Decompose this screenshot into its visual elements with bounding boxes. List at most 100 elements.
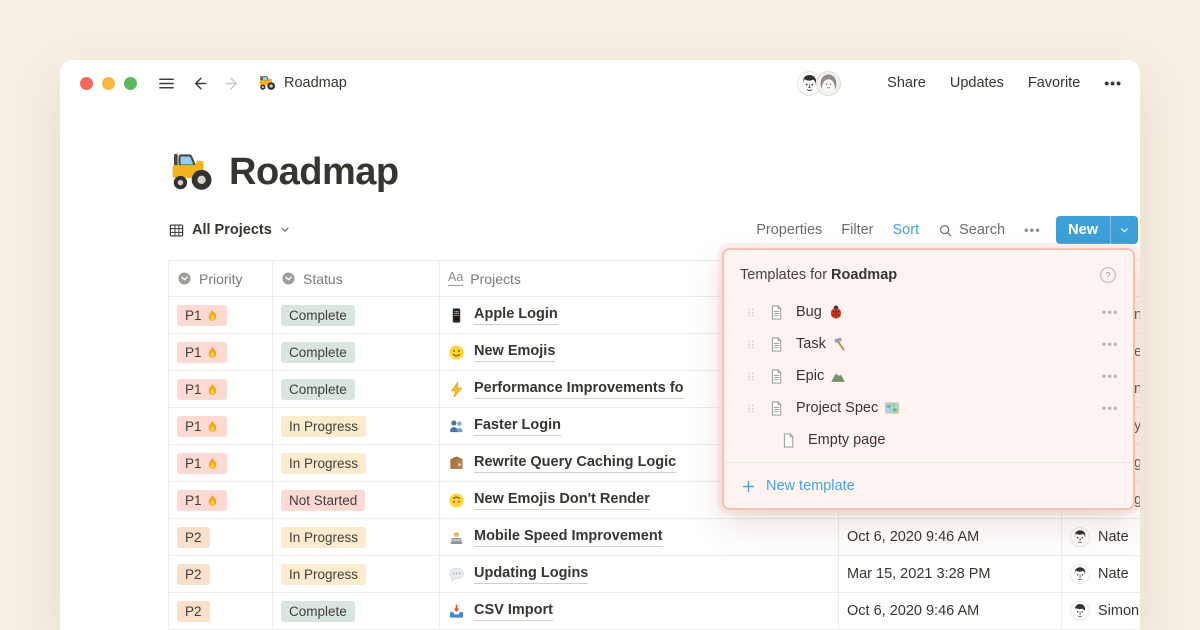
question-circle-icon[interactable] <box>1099 266 1117 284</box>
drag-handle-icon[interactable] <box>746 401 756 416</box>
breadcrumb[interactable]: Roadmap <box>258 74 347 92</box>
priority-cell[interactable]: P2 <box>169 593 273 629</box>
status-cell[interactable]: In Progress <box>273 556 440 592</box>
priority-cell[interactable]: P2 <box>169 519 273 555</box>
popup-title-prefix: Templates for <box>740 267 828 283</box>
priority-cell[interactable]: P1 <box>169 334 273 370</box>
project-title: Apple Login <box>474 305 558 325</box>
drag-handle-icon[interactable] <box>746 305 756 320</box>
priority-cell[interactable]: P1 <box>169 408 273 444</box>
updates-button[interactable]: Updates <box>950 75 1004 91</box>
template-doc-icon <box>768 304 785 321</box>
date-value: Oct 6, 2020 9:46 AM <box>847 603 980 619</box>
window-controls <box>80 76 137 90</box>
map-emoji-icon <box>884 400 900 416</box>
template-options-button[interactable]: ••• <box>1102 305 1119 319</box>
template-item[interactable]: Bug ••• <box>724 296 1133 328</box>
project-cell[interactable]: Updating Logins <box>440 556 839 592</box>
person-cell[interactable]: Simon <box>1062 593 1140 629</box>
close-window-button[interactable] <box>80 76 93 90</box>
status-cell[interactable]: In Progress <box>273 445 440 481</box>
sidebar-menu-button[interactable] <box>157 74 176 93</box>
favorite-button[interactable]: Favorite <box>1028 75 1080 91</box>
date-cell[interactable]: Oct 6, 2020 9:46 AM <box>839 519 1062 555</box>
status-cell[interactable]: Complete <box>273 371 440 407</box>
templates-popup: Templates for Roadmap Bug ••• Task ••• Epic •… <box>722 248 1135 510</box>
project-cell[interactable]: CSV Import <box>440 593 839 629</box>
filter-button[interactable]: Filter <box>841 222 873 238</box>
person-cell[interactable]: Nate <box>1062 519 1140 555</box>
template-options-button[interactable]: ••• <box>1102 337 1119 351</box>
status-cell[interactable]: Not Started <box>273 482 440 518</box>
new-button[interactable]: New <box>1056 216 1110 244</box>
person-avatar <box>1070 601 1090 621</box>
status-tag: Complete <box>281 304 355 326</box>
select-property-icon <box>281 271 296 286</box>
search-icon <box>938 223 953 238</box>
search-label: Search <box>959 222 1006 238</box>
hammer-emoji-icon <box>832 336 848 352</box>
priority-cell[interactable]: P2 <box>169 556 273 592</box>
share-button[interactable]: Share <box>887 75 926 91</box>
priority-cell[interactable]: P1 <box>169 445 273 481</box>
fire-emoji-icon <box>206 457 219 470</box>
project-cell[interactable]: Mobile Speed Improvement <box>440 519 839 555</box>
search-button[interactable]: Search <box>938 222 1005 238</box>
status-cell[interactable]: In Progress <box>273 519 440 555</box>
priority-tag: P1 <box>177 341 227 363</box>
table-row: P2 Complete CSV Import Oct 6, 2020 9:46 … <box>169 593 1140 630</box>
tractor-emoji-icon <box>258 74 276 92</box>
project-title: Faster Login <box>474 416 562 436</box>
collaborator-avatars <box>797 70 842 96</box>
page-emoji-tractor-icon[interactable] <box>168 149 214 195</box>
new-template-button[interactable]: New template <box>724 463 1133 509</box>
fire-emoji-icon <box>206 309 219 322</box>
forward-button[interactable] <box>223 74 242 93</box>
chevron-down-icon <box>279 224 291 236</box>
table-row: P2 In Progress Mobile Speed Improvement … <box>169 519 1140 556</box>
zoom-window-button[interactable] <box>124 76 137 90</box>
project-title: CSV Import <box>474 601 553 621</box>
view-switcher[interactable]: All Projects <box>168 222 291 239</box>
template-options-button[interactable]: ••• <box>1102 401 1119 415</box>
template-item[interactable]: Epic ••• <box>724 360 1133 392</box>
priority-cell[interactable]: P1 <box>169 297 273 333</box>
status-cell[interactable]: In Progress <box>273 408 440 444</box>
date-cell[interactable]: Mar 15, 2021 3:28 PM <box>839 556 1062 592</box>
priority-cell[interactable]: P1 <box>169 482 273 518</box>
person-value: Simon <box>1070 601 1139 621</box>
properties-button[interactable]: Properties <box>756 222 822 238</box>
person-cell[interactable]: Nate <box>1062 556 1140 592</box>
priority-cell[interactable]: P1 <box>169 371 273 407</box>
package-emoji-icon <box>448 455 465 472</box>
toolbar-more-button[interactable]: ••• <box>1024 223 1041 237</box>
date-cell[interactable]: Oct 6, 2020 9:46 AM <box>839 593 1062 629</box>
smiley-emoji-icon <box>448 344 465 361</box>
status-cell[interactable]: Complete <box>273 593 440 629</box>
template-label: Empty page <box>808 432 886 448</box>
drag-handle-icon[interactable] <box>746 337 756 352</box>
template-item[interactable]: Project Spec ••• <box>724 392 1133 424</box>
sort-button[interactable]: Sort <box>893 222 920 238</box>
status-cell[interactable]: Complete <box>273 297 440 333</box>
collaborator-avatar[interactable] <box>816 70 842 96</box>
desktop-background: Roadmap Share Updates Favorite ••• Roadm… <box>0 0 1200 630</box>
person-avatar <box>1070 527 1090 547</box>
speech-emoji-icon <box>448 566 465 583</box>
column-header-status[interactable]: Status <box>273 261 440 296</box>
column-header-priority[interactable]: Priority <box>169 261 273 296</box>
topbar-more-button[interactable]: ••• <box>1104 75 1122 91</box>
templates-popup-header: Templates for Roadmap <box>724 250 1133 296</box>
minimize-window-button[interactable] <box>102 76 115 90</box>
male2-sketch-avatar-icon <box>1070 601 1090 621</box>
template-item[interactable]: Empty page <box>724 424 1133 456</box>
status-tag: In Progress <box>281 563 367 585</box>
table-view-icon <box>168 222 185 239</box>
drag-handle-icon[interactable] <box>746 369 756 384</box>
new-dropdown-button[interactable] <box>1111 216 1138 244</box>
back-button[interactable] <box>190 74 209 93</box>
upside-emoji-icon <box>448 492 465 509</box>
status-cell[interactable]: Complete <box>273 334 440 370</box>
template-options-button[interactable]: ••• <box>1102 369 1119 383</box>
template-item[interactable]: Task ••• <box>724 328 1133 360</box>
